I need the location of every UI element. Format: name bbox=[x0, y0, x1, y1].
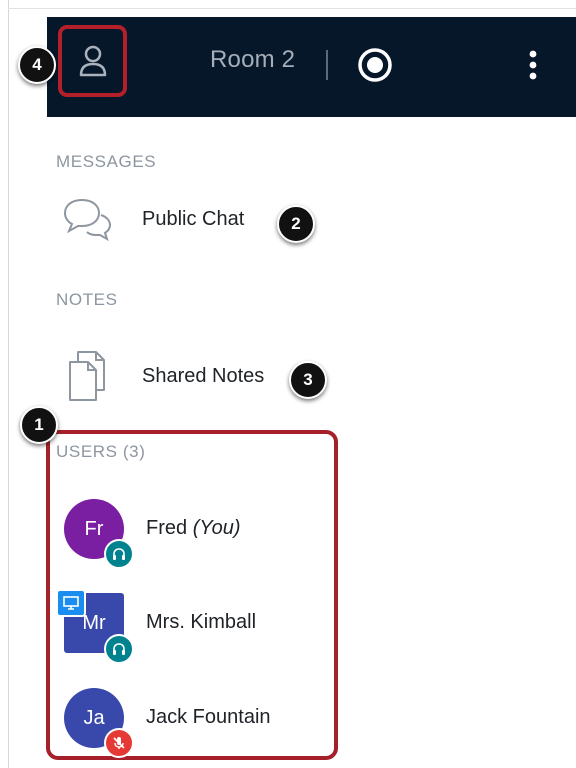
options-menu-button[interactable] bbox=[520, 45, 546, 85]
shared-notes-label: Shared Notes bbox=[142, 365, 265, 387]
user-name: Mrs. Kimball bbox=[146, 611, 257, 633]
notes-document-icon bbox=[69, 351, 105, 401]
presenter-badge bbox=[56, 589, 86, 617]
callout-badge-3: 3 bbox=[289, 361, 327, 399]
user-name-text: Fred bbox=[146, 517, 188, 539]
headset-status-badge bbox=[104, 634, 134, 664]
you-indicator: (You) bbox=[192, 517, 241, 539]
headset-status-badge bbox=[104, 539, 134, 569]
notes-section-label: NOTES bbox=[56, 290, 118, 309]
chat-bubbles-icon bbox=[63, 198, 112, 242]
avatar-initials: Mr bbox=[82, 611, 106, 634]
users-section-label: USERS (3) bbox=[56, 442, 146, 461]
callout-badge-1: 1 bbox=[20, 406, 58, 444]
callout-badge-2: 2 bbox=[277, 205, 315, 243]
user-list-toggle-button[interactable] bbox=[58, 25, 127, 97]
record-icon bbox=[358, 48, 392, 82]
avatar-initials: Ja bbox=[83, 706, 105, 729]
user-name: Jack Fountain bbox=[146, 706, 271, 728]
muted-microphone-icon bbox=[113, 737, 125, 749]
kebab-menu-icon bbox=[529, 50, 537, 80]
record-button[interactable] bbox=[357, 47, 393, 83]
public-chat-label: Public Chat bbox=[142, 208, 245, 230]
user-icon bbox=[79, 45, 106, 77]
avatar-initials: Fr bbox=[84, 517, 104, 540]
header-divider bbox=[326, 50, 328, 80]
headset-icon bbox=[113, 643, 125, 655]
frame-border bbox=[8, 8, 576, 9]
frame-border bbox=[8, 0, 9, 768]
headset-icon bbox=[113, 548, 125, 560]
presenter-screen-icon bbox=[63, 596, 79, 610]
room-title: Room 2 bbox=[210, 46, 296, 73]
callout-badge-4: 4 bbox=[18, 46, 56, 84]
messages-section-label: MESSAGES bbox=[56, 152, 157, 171]
muted-mic-status-badge bbox=[104, 728, 134, 758]
user-name: Fred (You) bbox=[146, 517, 241, 540]
